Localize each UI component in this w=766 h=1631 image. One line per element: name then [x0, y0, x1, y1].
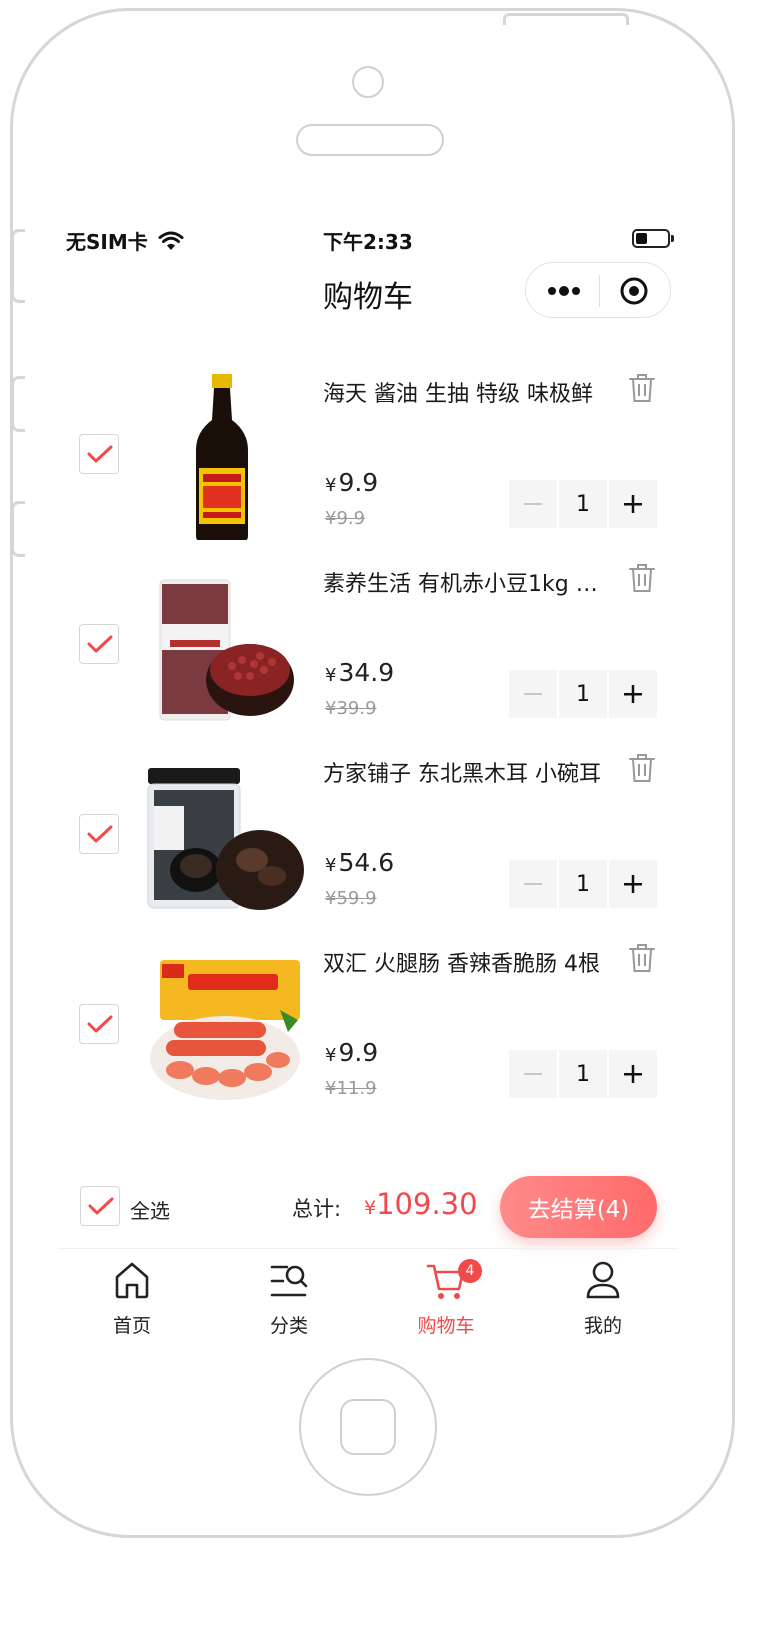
- product-image-red-beans[interactable]: [140, 560, 310, 730]
- home-button[interactable]: [299, 1358, 437, 1496]
- tab-profile[interactable]: 我的: [543, 1259, 663, 1338]
- increase-button[interactable]: [609, 480, 657, 528]
- plus-icon: [624, 1065, 642, 1083]
- decrease-button[interactable]: [509, 480, 557, 528]
- item-price: ¥34.9: [325, 658, 395, 687]
- item-title[interactable]: 方家铺子 东北黑木耳 小碗耳: [323, 756, 613, 788]
- home-button-square: [340, 1399, 396, 1455]
- tab-label: 分类: [269, 1315, 308, 1337]
- increase-button[interactable]: [609, 860, 657, 908]
- item-old-price: ¥59.9: [325, 888, 377, 909]
- total-amount: ¥109.30: [364, 1187, 478, 1221]
- tab-label: 我的: [583, 1315, 622, 1337]
- minus-icon: [524, 503, 542, 505]
- user-icon: [586, 1261, 620, 1299]
- quantity-value[interactable]: 1: [559, 860, 607, 908]
- tab-label: 购物车: [417, 1315, 475, 1337]
- phone-mockup: 无SIM卡 下午2:33 购物车 海天 酱油 生抽 特级 味极鲜 ¥9.9 ¥9…: [0, 0, 766, 1631]
- carrier-label: 无SIM卡: [66, 230, 148, 254]
- quantity-stepper: 1: [509, 1050, 657, 1098]
- quantity-value[interactable]: 1: [559, 670, 607, 718]
- tab-category[interactable]: 分类: [229, 1259, 349, 1338]
- item-price: ¥54.6: [325, 848, 395, 877]
- product-image-soy-sauce[interactable]: [140, 370, 310, 540]
- decrease-button[interactable]: [509, 860, 557, 908]
- checkmark-icon: [87, 1015, 113, 1033]
- cart-badge: 4: [458, 1259, 482, 1283]
- power-button: [503, 13, 629, 25]
- trash-icon[interactable]: [627, 562, 657, 594]
- increase-button[interactable]: [609, 1050, 657, 1098]
- cart-summary-bar: 全选 总计: ¥109.30 去结算(4): [58, 1168, 678, 1248]
- item-title[interactable]: 素养生活 有机赤小豆1kg 杂粮: [323, 566, 613, 598]
- item-checkbox[interactable]: [79, 434, 119, 474]
- select-all-label[interactable]: 全选: [130, 1195, 170, 1224]
- item-checkbox[interactable]: [79, 1004, 119, 1044]
- checkmark-icon: [87, 635, 113, 653]
- home-icon: [115, 1262, 149, 1299]
- total-label: 总计:: [292, 1197, 342, 1221]
- quantity-value[interactable]: 1: [559, 1050, 607, 1098]
- cart-item: 双汇 火腿肠 香辣香脆肠 4根 ¥9.9 ¥11.9 1: [0, 930, 736, 1120]
- item-price: ¥9.9: [325, 1038, 379, 1067]
- category-search-icon: [270, 1265, 308, 1297]
- checkmark-icon: [88, 1197, 114, 1215]
- item-price: ¥9.9: [325, 468, 379, 497]
- tab-home[interactable]: 首页: [72, 1259, 192, 1338]
- minus-icon: [524, 1073, 542, 1075]
- product-image-sausage[interactable]: [140, 940, 310, 1110]
- status-time: 下午2:33: [323, 230, 413, 254]
- item-old-price: ¥9.9: [325, 508, 366, 529]
- wifi-icon: [158, 231, 184, 250]
- tab-bar: 首页 分类 购物车 4 我的: [58, 1248, 678, 1348]
- mini-program-capsule: [525, 262, 671, 318]
- tab-label: 首页: [112, 1315, 151, 1337]
- item-checkbox[interactable]: [79, 814, 119, 854]
- select-all-checkbox[interactable]: [80, 1186, 120, 1226]
- product-image-black-fungus[interactable]: [140, 750, 310, 920]
- cart-item: 素养生活 有机赤小豆1kg 杂粮 ¥34.9 ¥39.9 1: [0, 550, 736, 740]
- quantity-stepper: 1: [509, 860, 657, 908]
- plus-icon: [624, 685, 642, 703]
- tab-cart[interactable]: 购物车: [386, 1259, 506, 1338]
- increase-button[interactable]: [609, 670, 657, 718]
- checkmark-icon: [87, 445, 113, 463]
- cart-item: 海天 酱油 生抽 特级 味极鲜 ¥9.9 ¥9.9 1: [0, 360, 736, 550]
- minus-icon: [524, 883, 542, 885]
- plus-icon: [624, 495, 642, 513]
- item-title[interactable]: 海天 酱油 生抽 特级 味极鲜: [323, 376, 613, 408]
- capsule-divider: [599, 275, 600, 307]
- item-title[interactable]: 双汇 火腿肠 香辣香脆肠 4根: [323, 946, 613, 978]
- decrease-button[interactable]: [509, 1050, 557, 1098]
- earpiece-speaker: [296, 124, 444, 156]
- checkmark-icon: [87, 825, 113, 843]
- quantity-stepper: 1: [509, 480, 657, 528]
- more-dots-icon[interactable]: [546, 277, 582, 305]
- trash-icon[interactable]: [627, 372, 657, 404]
- target-icon[interactable]: [619, 276, 649, 306]
- decrease-button[interactable]: [509, 670, 557, 718]
- battery-icon: [632, 229, 674, 248]
- status-carrier: 无SIM卡: [66, 226, 184, 255]
- cart-item: 方家铺子 东北黑木耳 小碗耳 ¥54.6 ¥59.9 1: [0, 740, 736, 930]
- trash-icon[interactable]: [627, 752, 657, 784]
- item-old-price: ¥39.9: [325, 698, 377, 719]
- trash-icon[interactable]: [627, 942, 657, 974]
- plus-icon: [624, 875, 642, 893]
- front-camera: [352, 66, 384, 98]
- quantity-value[interactable]: 1: [559, 480, 607, 528]
- item-old-price: ¥11.9: [325, 1078, 377, 1099]
- checkout-button[interactable]: 去结算(4): [500, 1176, 657, 1238]
- item-checkbox[interactable]: [79, 624, 119, 664]
- quantity-stepper: 1: [509, 670, 657, 718]
- minus-icon: [524, 693, 542, 695]
